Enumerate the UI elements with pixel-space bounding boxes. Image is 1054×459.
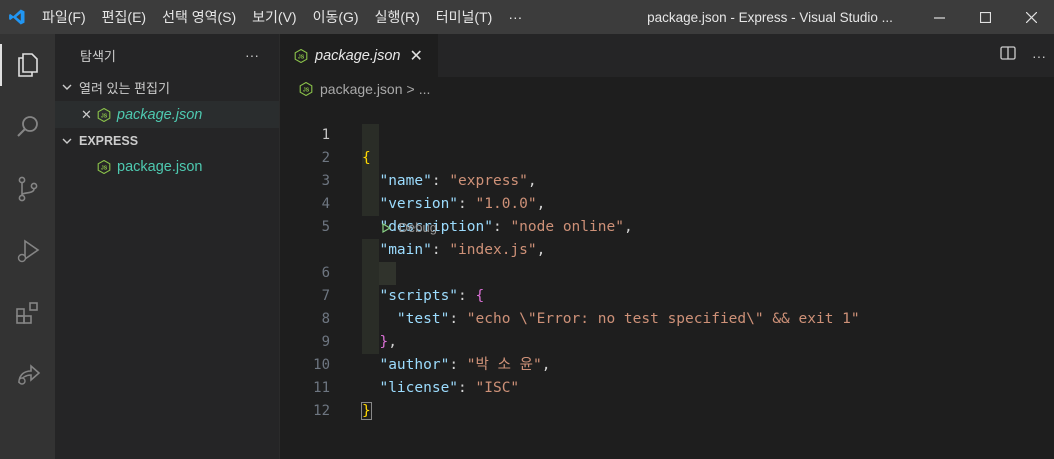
open-editors-section[interactable]: 열려 있는 편집기 xyxy=(55,76,279,98)
file-tree-filename: package.json xyxy=(117,158,203,175)
code-line: 12 xyxy=(280,377,1054,419)
code-line: 9 "author": "박 소 윤", xyxy=(280,308,1054,373)
live-share-icon[interactable] xyxy=(0,344,55,406)
window-controls xyxy=(916,0,1054,34)
code-line: 10 "license": "ISC" xyxy=(280,331,1054,396)
express-folder-section[interactable]: EXPRESS xyxy=(55,130,279,152)
menu-terminal[interactable]: 터미널(T) xyxy=(428,0,501,34)
editor-more-button[interactable]: ··· xyxy=(1032,48,1046,64)
editor-area: JS package.json ✕ ··· JS package.json > … xyxy=(280,34,1054,459)
close-button[interactable] xyxy=(1008,0,1054,34)
tab-package-json[interactable]: JS package.json ✕ xyxy=(280,34,438,77)
code-line: 7 "test": "echo \"Error: no test specifi… xyxy=(280,262,1054,327)
codelens-row: Debug xyxy=(280,216,1054,239)
explorer-icon[interactable] xyxy=(0,34,55,96)
sidebar-more-button[interactable]: ··· xyxy=(245,47,259,63)
tab-close-icon[interactable]: ✕ xyxy=(409,46,422,66)
menu-bar: 파일(F) 편집(E) 선택 영역(S) 보기(V) 이동(G) 실행(R) 터… xyxy=(34,0,530,34)
file-tree-item[interactable]: JS package.json xyxy=(55,153,279,180)
code-line: 5 "main": "index.js", xyxy=(280,193,1054,258)
minimize-button[interactable] xyxy=(916,0,962,34)
line-number: 12 xyxy=(313,403,330,419)
code-line: 2 "name": "express", xyxy=(280,124,1054,189)
code-line: 1 { xyxy=(280,101,1054,166)
source-control-icon[interactable] xyxy=(0,158,55,220)
split-editor-icon[interactable] xyxy=(1000,45,1016,66)
menu-more[interactable]: ··· xyxy=(500,0,530,34)
open-editor-item[interactable]: ✕ JS package.json xyxy=(55,101,279,128)
open-editor-filename: package.json xyxy=(116,106,203,123)
title-bar: 파일(F) 편집(E) 선택 영역(S) 보기(V) 이동(G) 실행(R) 터… xyxy=(0,0,1054,34)
close-icon[interactable]: ✕ xyxy=(81,107,92,123)
breadcrumb-symbol[interactable]: ... xyxy=(419,81,431,97)
json-file-icon: JS xyxy=(97,159,111,174)
open-editors-label: 열려 있는 편집기 xyxy=(79,80,170,96)
run-debug-icon[interactable] xyxy=(0,220,55,282)
svg-text:JS: JS xyxy=(101,165,108,171)
explorer-sidebar: 탐색기 ··· 열려 있는 편집기 ✕ JS package.json EXPR… xyxy=(55,34,280,459)
code-line: 4 "description": "node online", xyxy=(280,170,1054,235)
debug-label: Debug xyxy=(398,220,437,235)
menu-run[interactable]: 실행(R) xyxy=(367,0,428,34)
code-line: 3 "version": "1.0.0", xyxy=(280,147,1054,212)
json-file-icon: JS xyxy=(299,82,313,96)
menu-go[interactable]: 이동(G) xyxy=(305,0,367,34)
menu-selection[interactable]: 선택 영역(S) xyxy=(154,0,244,34)
svg-text:JS: JS xyxy=(298,54,305,60)
play-icon xyxy=(382,222,392,234)
breadcrumb-file[interactable]: package.json xyxy=(320,81,403,97)
tab-label: package.json xyxy=(315,47,401,64)
search-icon[interactable] xyxy=(0,96,55,158)
menu-file[interactable]: 파일(F) xyxy=(34,0,94,34)
sidebar-title: 탐색기 xyxy=(80,48,116,64)
chevron-down-icon xyxy=(61,135,79,147)
code-editor[interactable]: 1 { 2 "name": "express", 3 "version": "1… xyxy=(280,101,1054,420)
window-title: package.json - Express - Visual Studio .… xyxy=(647,9,893,25)
menu-edit[interactable]: 편집(E) xyxy=(94,0,154,34)
tab-bar: JS package.json ✕ ··· xyxy=(280,34,1054,77)
json-file-icon: JS xyxy=(97,107,111,122)
svg-text:JS: JS xyxy=(101,113,108,119)
sidebar-header: 탐색기 ··· xyxy=(55,34,279,76)
code-line: 8 }, xyxy=(280,285,1054,350)
folder-label: EXPRESS xyxy=(79,134,139,148)
svg-text:JS: JS xyxy=(303,87,310,93)
activity-bar xyxy=(0,34,55,459)
breadcrumb: JS package.json > ... xyxy=(280,77,1054,101)
chevron-down-icon xyxy=(61,81,79,93)
vscode-logo-icon xyxy=(0,0,34,34)
breadcrumb-separator: > xyxy=(406,81,415,97)
json-file-icon: JS xyxy=(294,48,308,63)
menu-view[interactable]: 보기(V) xyxy=(244,0,304,34)
editor-actions: ··· xyxy=(1000,34,1046,77)
bracket: } xyxy=(361,402,372,420)
extensions-icon[interactable] xyxy=(0,282,55,344)
maximize-button[interactable] xyxy=(962,0,1008,34)
code-line: 11 } xyxy=(280,354,1054,420)
code-line: 6 "scripts": { xyxy=(280,239,1054,304)
debug-codelens[interactable]: Debug xyxy=(382,216,437,239)
